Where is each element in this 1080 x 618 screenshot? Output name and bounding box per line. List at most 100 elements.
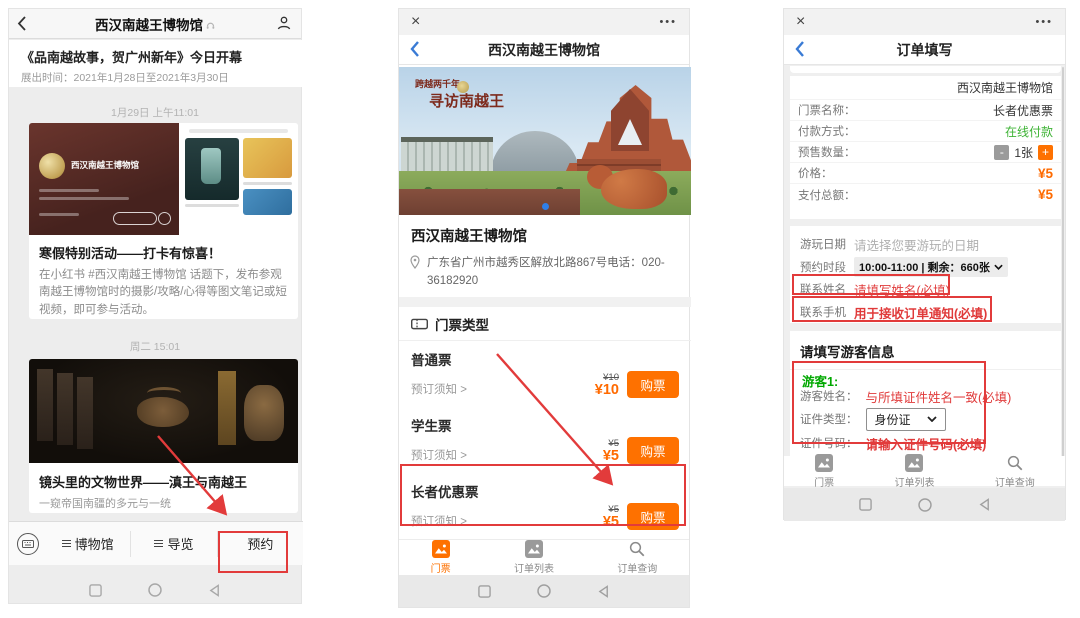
post-image-left-panel: 西汉南越王博物馆: [29, 123, 179, 235]
tab-order-search[interactable]: 订单查询: [995, 454, 1035, 489]
android-recents-button[interactable]: [89, 584, 102, 597]
image-icon: [525, 540, 543, 558]
android-recents-button[interactable]: [859, 498, 872, 511]
banner-slogan-large: 寻访南越王: [429, 90, 504, 111]
ticket-row-regular: 普通票 预订须知 > ¥10 ¥10 购票: [399, 341, 691, 407]
tab-order-list[interactable]: 订单列表: [514, 540, 554, 575]
booking-notice-link[interactable]: 预订须知 >: [411, 447, 467, 463]
more-menu-icon[interactable]: •••: [1035, 16, 1053, 28]
booking-notice-link[interactable]: 预订须知 >: [411, 513, 467, 529]
more-menu-icon[interactable]: •••: [659, 16, 677, 28]
dome-shape: [491, 131, 579, 173]
tab-order-list[interactable]: 订单列表: [894, 454, 934, 489]
poster-shape: [37, 369, 53, 441]
timeslot-select[interactable]: 10:00-11:00 | 剩余：660张: [854, 257, 1008, 277]
post-image: 西汉南越王博物馆: [29, 123, 298, 235]
blue-photo: [243, 189, 292, 215]
visitor-info-card: 请填写游客信息 游客1: 游客姓名： 与所填证件姓名一致(必填) 证件类型： 身…: [790, 331, 1061, 456]
audio-mode-icon: [206, 18, 215, 33]
close-icon[interactable]: ×: [411, 14, 420, 30]
lion-sculpture: [601, 169, 667, 209]
android-back-button[interactable]: [208, 584, 221, 597]
booking-notice-link[interactable]: 预订须知 >: [411, 381, 467, 397]
post-image-museum-name: 西汉南越王博物馆: [71, 159, 139, 171]
scrollbar[interactable]: [1062, 67, 1064, 465]
android-home-button[interactable]: [918, 498, 932, 512]
ticket-price: ¥10 ¥10: [595, 373, 619, 399]
android-home-button[interactable]: [148, 583, 162, 597]
buy-ticket-button[interactable]: 购票: [627, 371, 679, 398]
android-home-button[interactable]: [537, 584, 551, 598]
field-label: 预售数量：: [798, 144, 856, 160]
id-number-row[interactable]: 证件号码： 请输入证件号码(必填): [790, 434, 1061, 452]
back-icon[interactable]: [17, 15, 27, 37]
tab-order-search[interactable]: 订单查询: [617, 540, 657, 575]
tab-label: 订单列表: [514, 560, 554, 575]
activity-post-card[interactable]: 西汉南越王博物馆: [29, 123, 298, 319]
exhibit-post-card[interactable]: 镜头里的文物世界——滇王与南越王 一窥帝国南疆的多元与一统: [29, 359, 298, 513]
field-label: 证件号码：: [800, 435, 858, 451]
timeslot-value: 10:00-11:00 | 剩余：660张: [859, 259, 990, 275]
field-label: 游客姓名：: [800, 388, 858, 404]
ticket-name: 学生票: [411, 415, 452, 435]
museum-address: 广东省广州市越秀区解放北路867号电话：020-36182920: [427, 255, 665, 291]
close-icon[interactable]: ×: [796, 14, 805, 30]
android-back-button[interactable]: [597, 585, 610, 598]
price-value: ¥5: [1038, 166, 1053, 181]
menu-item-label: 导览: [167, 534, 193, 553]
field-label: 门票名称：: [798, 102, 856, 118]
buy-ticket-button[interactable]: 购票: [627, 503, 679, 530]
buy-ticket-button[interactable]: 购票: [627, 437, 679, 464]
phone-screen-wechat-chat: 西汉南越王博物馆 《品南越故事，贺广州新年》今日开幕 展出时间：2021年1月2…: [8, 8, 302, 604]
museum-banner-image: 跨越两千年 寻访南越王: [399, 67, 691, 215]
tab-tickets[interactable]: 门票: [814, 454, 834, 489]
search-icon: [628, 540, 646, 558]
id-type-select[interactable]: 身份证: [866, 408, 946, 431]
page-title: 订单填写: [784, 40, 1065, 60]
bottom-tabbar: 门票 订单列表 订单查询: [784, 456, 1065, 486]
contact-phone-row[interactable]: 联系手机 用于接收订单通知(必填): [790, 302, 1061, 322]
keyboard-icon[interactable]: [17, 533, 39, 555]
search-icon: [1006, 454, 1024, 472]
chat-header: 西汉南越王博物馆: [9, 9, 301, 39]
android-back-button[interactable]: [978, 498, 991, 511]
contact-name-row[interactable]: 联系姓名 请填写姓名(必填): [790, 279, 1061, 299]
museum-address-row[interactable]: 广东省广州市越秀区解放北路867号电话：020-36182920: [409, 255, 679, 291]
page-navbar: 订单填写: [784, 35, 1065, 65]
menu-item-museum[interactable]: 博物馆: [45, 531, 130, 557]
tab-tickets[interactable]: 门票: [431, 540, 451, 575]
field-label: 联系手机: [800, 304, 846, 320]
quantity-stepper: - 1张 +: [994, 144, 1053, 161]
android-recents-button[interactable]: [478, 585, 491, 598]
poster-shape: [57, 373, 73, 445]
toy-photo: [243, 138, 292, 178]
quantity-plus-button[interactable]: +: [1038, 145, 1053, 160]
field-label: 支付总额：: [798, 187, 856, 203]
tab-label: 门票: [814, 474, 834, 489]
date-row[interactable]: 游玩日期 请选择您要游玩的日期: [790, 234, 1061, 254]
ticket-name: 长者优惠票: [411, 481, 479, 501]
tab-label: 订单列表: [894, 474, 934, 489]
quantity-minus-button[interactable]: -: [994, 145, 1009, 160]
tab-label: 门票: [431, 560, 451, 575]
profile-icon[interactable]: [275, 14, 293, 37]
decor-caption: [243, 182, 292, 185]
current-price: ¥5: [603, 449, 619, 465]
ticket-name: 普通票: [411, 349, 452, 369]
image-icon: [905, 454, 923, 472]
article-link-card[interactable]: 《品南越故事，贺广州新年》今日开幕 展出时间：2021年1月28日至2021年3…: [9, 40, 303, 87]
jade-cup-shape: [201, 148, 221, 184]
submenu-icon: [62, 540, 71, 547]
back-icon[interactable]: [409, 40, 420, 63]
museum-name: 西汉南越王博物馆: [411, 225, 527, 246]
menu-item-guide[interactable]: 导览: [130, 531, 216, 557]
android-navbar: [9, 575, 301, 605]
field-label: 付款方式：: [798, 123, 856, 139]
menu-item-reserve[interactable]: 预约: [217, 531, 303, 557]
quantity-value: 1张: [1014, 144, 1033, 161]
artifact-photo: [185, 138, 239, 200]
back-icon[interactable]: [794, 40, 805, 63]
decor-caption: [185, 204, 239, 207]
visitor-name-row[interactable]: 游客姓名： 与所填证件姓名一致(必填): [790, 387, 1061, 405]
phone-screen-order-form: × ••• 订单填写 西汉南越王博物馆 门票名称： 长者优惠票 付款方式： 在线…: [783, 8, 1066, 520]
